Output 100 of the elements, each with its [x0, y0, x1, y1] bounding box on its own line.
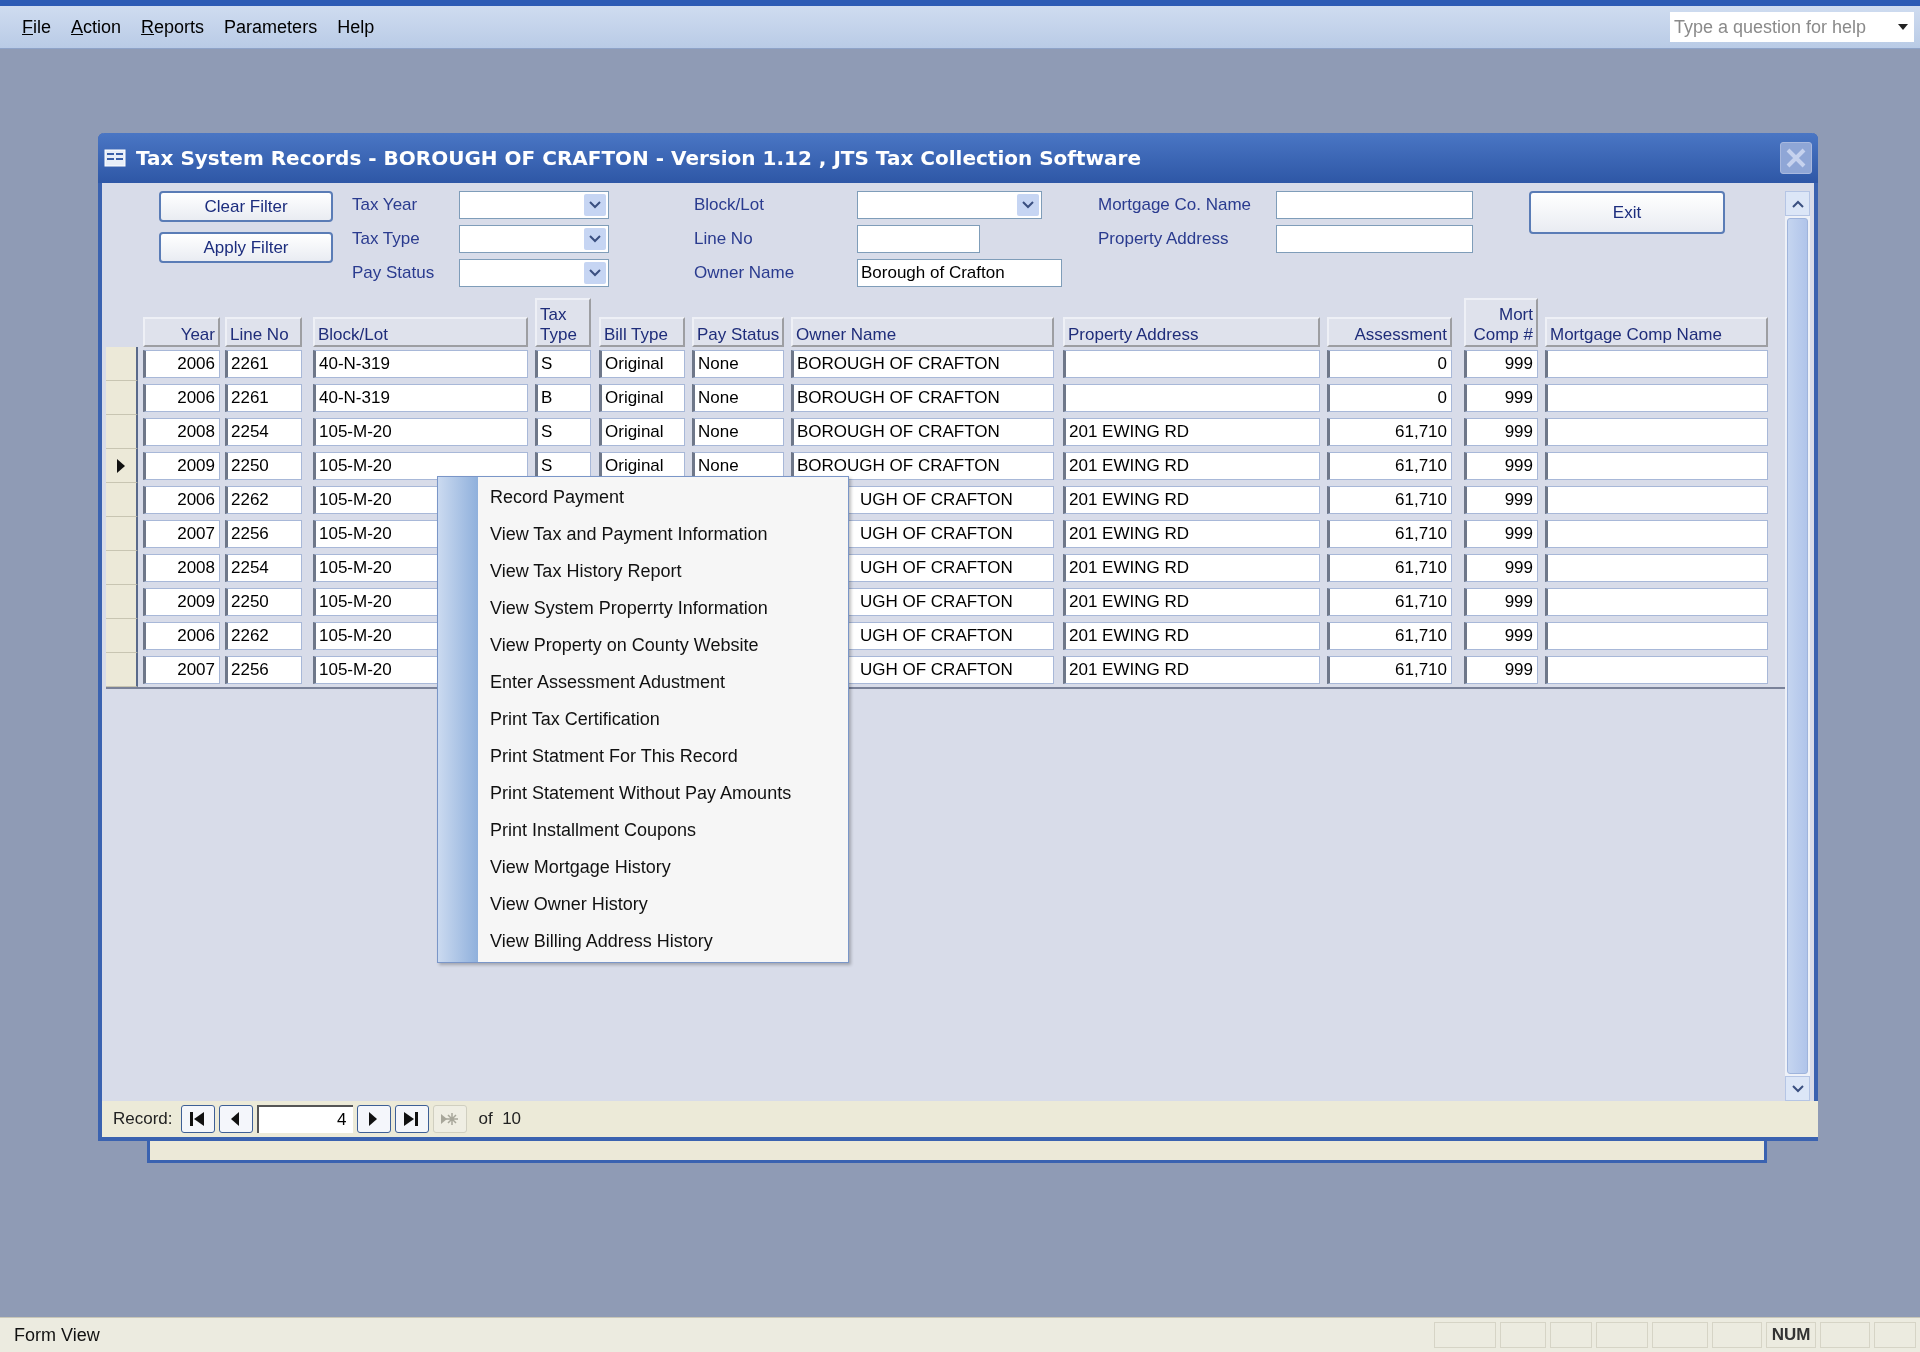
- filter-button[interactable]: Clear Filter: [159, 191, 333, 222]
- table-cell: 201 EWING RD: [1063, 452, 1320, 480]
- table-cell: BOROUGH OF CRAFTON: [791, 350, 1054, 378]
- table-cell: 999: [1464, 520, 1538, 548]
- context-menu-item[interactable]: View Owner History: [438, 886, 848, 923]
- last-record-button[interactable]: [394, 1105, 429, 1133]
- menu-item[interactable]: Action: [63, 12, 130, 42]
- column-header[interactable]: Property Address: [1063, 317, 1320, 347]
- status-panel: [1596, 1322, 1648, 1348]
- form-icon: [104, 149, 126, 167]
- table-cell: 201 EWING RD: [1063, 622, 1320, 650]
- table-cell: 2006: [143, 350, 220, 378]
- table-cell: 61,710: [1327, 418, 1452, 446]
- first-record-button[interactable]: [180, 1105, 215, 1133]
- table-cell: S: [535, 350, 591, 378]
- table-cell: 2008: [143, 418, 220, 446]
- context-menu-item[interactable]: Print Tax Certification: [438, 701, 848, 738]
- input-field[interactable]: [857, 225, 980, 253]
- column-header[interactable]: Mort Comp #: [1464, 298, 1538, 347]
- scroll-up-button[interactable]: [1785, 191, 1810, 216]
- context-menu-item[interactable]: Print Statment For This Record: [438, 738, 848, 775]
- scroll-down-icon: [1791, 1084, 1804, 1093]
- filter-label: Pay Status: [352, 262, 436, 284]
- column-header[interactable]: Mortgage Comp Name: [1545, 317, 1768, 347]
- column-header[interactable]: Block/Lot: [313, 317, 528, 347]
- help-search-field[interactable]: Type a question for help: [1670, 12, 1914, 42]
- table-cell: 61,710: [1327, 656, 1452, 684]
- context-menu-item[interactable]: View Billing Address History: [438, 923, 848, 960]
- filter-label: Line No: [694, 228, 754, 250]
- table-cell: 2261: [225, 384, 302, 412]
- table-cell: B: [535, 384, 591, 412]
- status-panel: [1874, 1322, 1916, 1348]
- table-cell: 999: [1464, 452, 1538, 480]
- exit-button[interactable]: Exit: [1529, 191, 1725, 234]
- scroll-down-button[interactable]: [1785, 1076, 1810, 1101]
- status-indicator: NUM: [1766, 1322, 1816, 1348]
- table-cell: 2262: [225, 486, 302, 514]
- scroll-down-icon: [589, 201, 601, 209]
- column-header[interactable]: Line No: [225, 317, 302, 347]
- filter-label: Tax Year: [352, 194, 419, 216]
- table-cell: 2250: [225, 588, 302, 616]
- filter-button[interactable]: Apply Filter: [159, 232, 333, 263]
- table-cell: 201 EWING RD: [1063, 418, 1320, 446]
- table-cell: 201 EWING RD: [1063, 554, 1320, 582]
- table-cell: 40-N-319: [313, 350, 528, 378]
- table-cell: 999: [1464, 588, 1538, 616]
- input-field[interactable]: Borough of Crafton: [857, 259, 1062, 287]
- combo-box[interactable]: [857, 191, 1042, 219]
- column-header[interactable]: Tax Type: [535, 298, 591, 347]
- combo-box[interactable]: [459, 259, 609, 287]
- record-number-field[interactable]: 4: [256, 1105, 353, 1133]
- table-cell: 61,710: [1327, 554, 1452, 582]
- table-cell: 999: [1464, 486, 1538, 514]
- table-cell: None: [692, 350, 784, 378]
- column-header[interactable]: Assessment: [1327, 317, 1452, 347]
- menu-item[interactable]: File: [14, 12, 59, 42]
- table-cell: 201 EWING RD: [1063, 656, 1320, 684]
- menu-item[interactable]: Help: [329, 12, 383, 42]
- table-cell: 999: [1464, 554, 1538, 582]
- context-menu-item[interactable]: Print Installment Coupons: [438, 812, 848, 849]
- status-panel: [1500, 1322, 1546, 1348]
- scroll-down-icon: [1022, 201, 1034, 209]
- table-cell: 999: [1464, 656, 1538, 684]
- context-menu-item[interactable]: View Mortgage History: [438, 849, 848, 886]
- column-header[interactable]: Pay Status: [692, 317, 784, 347]
- table-cell: 61,710: [1327, 520, 1452, 548]
- combo-box[interactable]: [459, 191, 609, 219]
- column-header[interactable]: Owner Name: [791, 317, 1054, 347]
- status-text: Form View: [13, 1324, 100, 1346]
- table-cell: 2006: [143, 384, 220, 412]
- table-cell: 0: [1327, 384, 1452, 412]
- filter-label: Block/Lot: [694, 194, 765, 216]
- table-cell: 2009: [143, 588, 220, 616]
- column-header[interactable]: Year: [143, 317, 220, 347]
- table-cell: 105-M-20: [313, 452, 528, 480]
- input-field[interactable]: [1276, 191, 1473, 219]
- table-cell: 2007: [143, 520, 220, 548]
- status-panel: [1820, 1322, 1870, 1348]
- table-cell: 0: [1327, 350, 1452, 378]
- scrollbar-thumb[interactable]: [1787, 218, 1808, 1074]
- table-cell: 2262: [225, 622, 302, 650]
- input-field[interactable]: [1276, 225, 1473, 253]
- combo-box[interactable]: [459, 225, 609, 253]
- context-menu-item[interactable]: Print Statement Without Pay Amounts: [438, 775, 848, 812]
- previous-record-button[interactable]: [218, 1105, 253, 1133]
- current-record-icon: [116, 457, 126, 474]
- last-record-icon: [403, 1111, 421, 1127]
- menu-item[interactable]: Parameters: [216, 12, 326, 42]
- table-cell: Original: [599, 350, 685, 378]
- table-cell: 61,710: [1327, 622, 1452, 650]
- table-cell: Original: [599, 384, 685, 412]
- column-header[interactable]: Bill Type: [599, 317, 685, 347]
- table-cell: 2006: [143, 622, 220, 650]
- next-record-button[interactable]: [356, 1105, 391, 1133]
- record-selector[interactable]: [106, 449, 138, 483]
- table-cell: 999: [1464, 418, 1538, 446]
- window-title: Tax System Records - BOROUGH OF CRAFTON - Version 1.12 , JTS Tax Collection Software: [136, 146, 1141, 170]
- table-cell: 61,710: [1327, 452, 1452, 480]
- menu-item[interactable]: Reports: [133, 12, 213, 42]
- table-cell: 999: [1464, 384, 1538, 412]
